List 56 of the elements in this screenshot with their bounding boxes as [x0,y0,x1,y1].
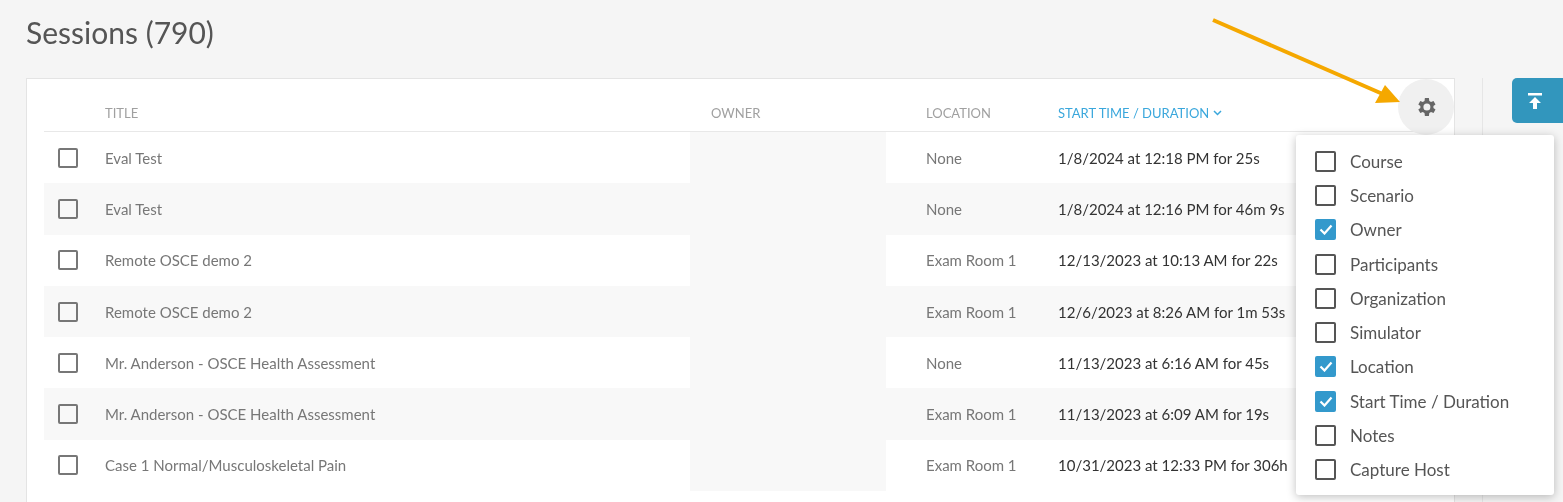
location-cell: Exam Room 1 [926,456,1017,475]
checkmark-icon [1318,224,1333,236]
row-checkbox[interactable] [58,455,78,476]
row-checkbox[interactable] [58,250,78,271]
chevron-down-icon [1213,110,1223,116]
location-cell: Exam Room 1 [926,251,1017,270]
title-cell: Mr. Anderson - OSCE Health Assessment [105,405,376,424]
start-time-cell: 12/6/2023 at 8:26 AM for 1m 53s [1058,302,1286,321]
title-cell: Eval Test [105,148,163,167]
column-checkbox[interactable] [1315,253,1336,275]
column-option[interactable]: Capture Host [1350,459,1450,481]
column-checkbox[interactable] [1315,425,1336,446]
column-checkbox[interactable] [1315,459,1336,481]
column-checkbox[interactable] [1315,322,1336,344]
column-option[interactable]: Course [1350,150,1403,172]
start-time-cell: 11/13/2023 at 6:16 AM for 45s [1058,353,1270,372]
location-cell: None [926,199,962,218]
page-title: Sessions (790) [26,13,214,52]
column-option[interactable]: Scenario [1350,184,1414,206]
title-cell: Case 1 Normal/Musculoskeletal Pain [105,456,347,475]
location-cell: Exam Room 1 [926,302,1017,321]
column-checkbox[interactable] [1315,150,1336,172]
row-checkbox[interactable] [58,352,78,373]
column-checkbox[interactable] [1315,390,1336,412]
title-cell: Mr. Anderson - OSCE Health Assessment [105,353,376,372]
column-option[interactable]: Start Time / Duration [1350,390,1510,412]
location-cell: None [926,148,962,167]
start-time-cell: 1/8/2024 at 12:18 PM for 25s [1058,148,1260,167]
title-cell: Remote OSCE demo 2 [105,302,252,321]
row-checkbox[interactable] [58,198,78,219]
column-option[interactable]: Simulator [1350,322,1421,344]
column-checkbox[interactable] [1315,356,1336,378]
column-option[interactable]: Organization [1350,287,1446,309]
row-checkbox[interactable] [58,147,78,168]
upload-button[interactable] [1512,78,1563,123]
row-checkbox[interactable] [58,301,78,322]
checkmark-icon [1318,361,1333,373]
upload-icon [1528,92,1542,109]
column-option[interactable]: Notes [1350,425,1395,446]
column-checkbox[interactable] [1315,219,1336,241]
checkmark-icon [1318,395,1333,407]
settings-button[interactable] [1398,79,1454,135]
start-time-cell: 11/13/2023 at 6:09 AM for 19s [1058,405,1270,424]
column-option[interactable]: Participants [1350,253,1439,275]
title-cell: Remote OSCE demo 2 [105,251,252,270]
column-option[interactable]: Location [1350,356,1414,378]
column-checkbox[interactable] [1315,287,1336,309]
column-checkbox[interactable] [1315,184,1336,206]
start-time-cell: 10/31/2023 at 12:33 PM for 306h [1058,456,1288,475]
column-option[interactable]: Owner [1350,219,1402,241]
start-time-cell: 1/8/2024 at 12:16 PM for 46m 9s [1058,199,1285,218]
row-checkbox[interactable] [58,404,78,425]
location-cell: None [926,353,962,372]
start-time-cell: 12/13/2023 at 10:13 AM for 22s [1058,251,1278,270]
title-cell: Eval Test [105,199,163,218]
location-cell: Exam Room 1 [926,405,1017,424]
